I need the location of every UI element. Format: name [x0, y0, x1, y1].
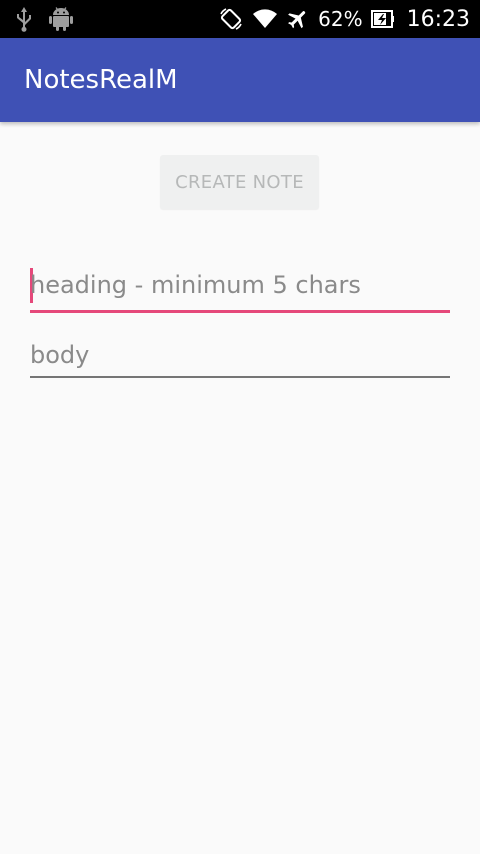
status-bar: 62% 16:23 [0, 0, 480, 38]
battery-percent: 62% [318, 7, 363, 31]
body-placeholder: body [30, 341, 90, 369]
body-input[interactable]: body [30, 336, 450, 378]
app-bar: NotesRealM [0, 38, 480, 122]
status-left-icons [14, 0, 74, 38]
airplane-mode-icon [286, 7, 310, 31]
heading-input[interactable]: heading - minimum 5 chars [30, 264, 450, 313]
app-title: NotesRealM [24, 65, 178, 95]
wifi-icon [252, 8, 278, 30]
clock: 16:23 [406, 6, 470, 32]
create-note-button[interactable]: CREATE NOTE [160, 155, 319, 209]
android-debug-icon [48, 6, 74, 32]
status-right-icons: 62% 16:23 [218, 0, 470, 38]
heading-placeholder: heading - minimum 5 chars [30, 271, 361, 299]
battery-charging-icon [370, 9, 395, 29]
auto-rotate-icon [218, 6, 244, 32]
usb-icon [14, 6, 34, 32]
